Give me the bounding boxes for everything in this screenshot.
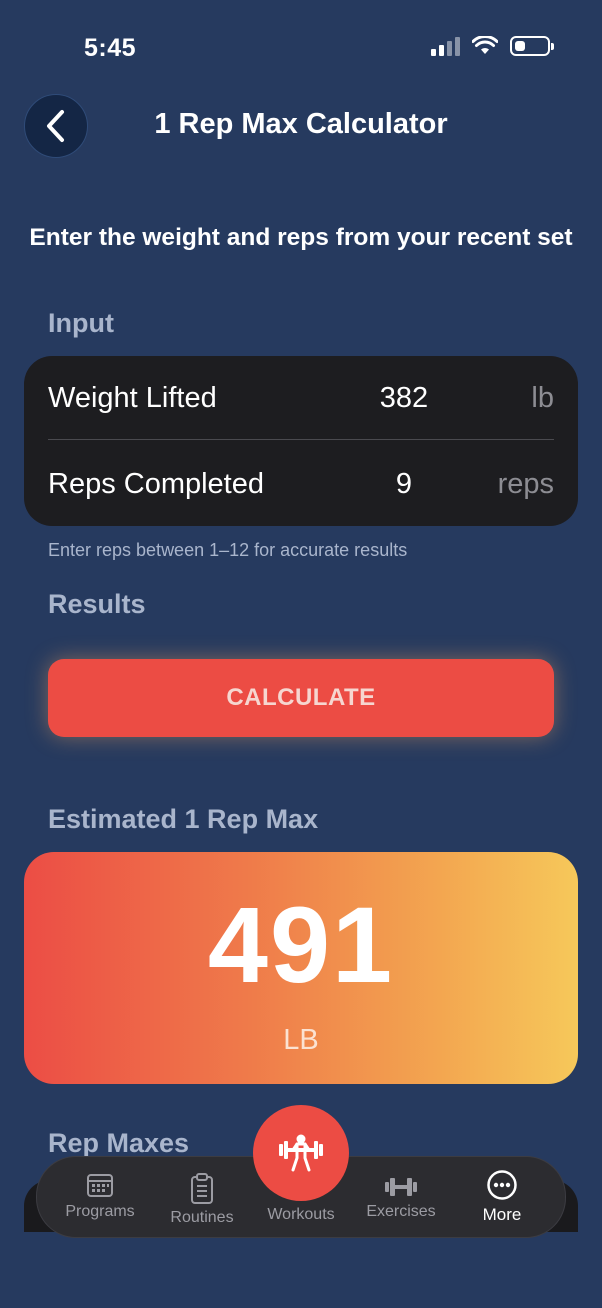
reps-completed-field[interactable]: 9	[348, 468, 460, 501]
tab-workouts[interactable]	[253, 1105, 349, 1201]
tab-exercises[interactable]: Exercises	[351, 1175, 451, 1221]
page-title: 1 Rep Max Calculator	[154, 108, 448, 140]
tab-exercises-label: Exercises	[366, 1203, 436, 1220]
clipboard-icon	[191, 1173, 213, 1204]
rep-maxes-label: Rep Maxes	[48, 1128, 190, 1158]
calendar-icon	[87, 1174, 113, 1197]
tab-more-label: More	[482, 1205, 522, 1224]
tab-programs-label: Programs	[65, 1203, 135, 1220]
tab-routines[interactable]: Routines	[152, 1173, 252, 1227]
status-bar: 5:45	[0, 0, 602, 90]
dumbbell-icon	[385, 1178, 417, 1196]
estimated-max-unit: LB	[283, 1024, 319, 1056]
estimated-max-card: 491 LB	[24, 852, 578, 1084]
reps-completed-row: Reps Completed 9 reps	[48, 442, 554, 526]
results-section-label: Results	[48, 589, 146, 619]
instruction-text: Enter the weight and reps from your rece…	[29, 224, 573, 251]
input-card: Weight Lifted 382 lb Reps Completed 9 re…	[24, 356, 578, 526]
weight-unit-label: lb	[531, 382, 554, 414]
tab-more[interactable]: More	[452, 1169, 552, 1225]
reps-hint: Enter reps between 1–12 for accurate res…	[48, 540, 408, 560]
status-icons	[431, 36, 554, 56]
cellular-signal-icon	[431, 36, 460, 56]
more-icon	[487, 1170, 517, 1200]
weightlifter-icon	[279, 1134, 323, 1172]
weight-lifted-row: Weight Lifted 382 lb	[48, 356, 554, 440]
tab-routines-label: Routines	[170, 1209, 234, 1226]
battery-icon	[510, 36, 554, 56]
tab-workouts-label: Workouts	[267, 1206, 335, 1223]
reps-completed-label: Reps Completed	[48, 468, 264, 500]
wifi-icon	[472, 36, 498, 54]
tab-programs[interactable]: Programs	[50, 1171, 150, 1221]
input-section-label: Input	[48, 308, 114, 338]
calculate-button[interactable]: CALCULATE	[48, 659, 554, 737]
weight-lifted-field[interactable]: 382	[348, 382, 460, 415]
status-time: 5:45	[84, 34, 137, 62]
reps-unit-label: reps	[497, 468, 554, 500]
estimated-max-value: 491	[207, 884, 395, 1005]
weight-lifted-label: Weight Lifted	[48, 382, 217, 414]
estimated-max-label: Estimated 1 Rep Max	[48, 804, 319, 834]
